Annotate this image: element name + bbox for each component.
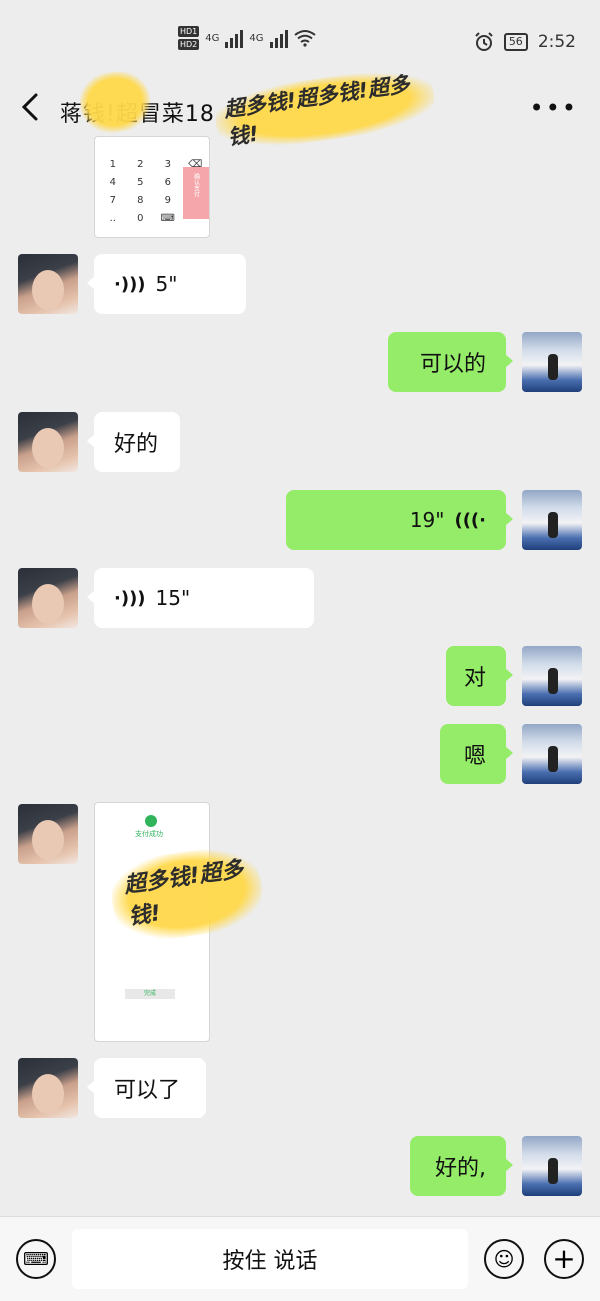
text-message[interactable]: 可以的 — [388, 332, 513, 392]
wifi-icon — [293, 30, 316, 47]
avatar[interactable] — [18, 1058, 78, 1118]
hold-to-talk-button[interactable]: 按住 说话 — [72, 1229, 468, 1289]
more-options-icon[interactable]: ••• — [530, 94, 578, 122]
keyboard-icon[interactable]: ⌨ — [16, 1239, 56, 1279]
network-label-2: 4G — [249, 32, 264, 44]
message-text: 好的 — [114, 432, 159, 457]
text-message[interactable]: 好的 — [87, 412, 180, 472]
message-text: 可以了 — [114, 1078, 181, 1103]
avatar[interactable] — [522, 646, 582, 706]
back-arrow-icon[interactable] — [18, 92, 46, 122]
avatar[interactable] — [18, 412, 78, 472]
keypad-key: 2 — [137, 159, 144, 170]
voice-message[interactable]: ·))) 5" — [87, 254, 246, 314]
plus-icon[interactable]: + — [544, 1239, 584, 1279]
keypad-key: .. — [109, 213, 116, 224]
clock: 2:52 — [537, 32, 576, 52]
done-button-thumb: 完成 — [125, 989, 175, 999]
keypad-key: 4 — [109, 177, 116, 188]
watermark-sticker-text: 超多钱!超多钱!超多钱! — [211, 62, 439, 156]
keypad-key: 3 — [164, 159, 171, 170]
voice-wave-icon: ·))) — [114, 587, 146, 609]
status-right: 56 2:52 — [474, 32, 576, 52]
image-message-keypad[interactable]: 1 2 3 ⌫ 4 5 6 7 8 9 .. 0 ⌨ 确认支付 — [94, 136, 210, 238]
battery-icon: 56 — [503, 33, 528, 51]
emoji-icon[interactable]: ☺ — [484, 1239, 524, 1279]
message-text: 嗯 — [463, 744, 486, 769]
success-check-icon — [145, 815, 157, 827]
keypad-key: 8 — [137, 195, 144, 206]
text-message[interactable]: 嗯 — [440, 724, 513, 784]
avatar[interactable] — [522, 724, 582, 784]
voice-message[interactable]: 19" (((· — [286, 490, 513, 550]
hd-indicators: HD1 HD2 — [178, 26, 200, 50]
chat-header: 蒋钱!超冒菜18 超多钱!超多钱!超多钱! ••• — [0, 62, 600, 156]
keypad-key: ⌨ — [160, 213, 175, 224]
signal-icon — [269, 28, 288, 48]
status-left: HD1 HD2 4G 4G — [178, 26, 316, 50]
text-message[interactable]: 对 — [446, 646, 513, 706]
hd2-badge: HD2 — [178, 39, 200, 50]
payment-success-label: 支付成功 — [135, 830, 163, 838]
keypad-key: 7 — [109, 195, 116, 206]
message-text: 可以的 — [419, 352, 486, 377]
pay-label: 确认支付 — [192, 173, 200, 197]
avatar[interactable] — [18, 804, 78, 864]
input-bar: ⌨ 按住 说话 ☺ + — [0, 1216, 600, 1301]
pay-button-thumb: 确认支付 — [183, 167, 209, 219]
message-text: 好的, — [435, 1156, 486, 1181]
signal-icon — [225, 28, 244, 48]
network-label-1: 4G — [205, 32, 220, 44]
hd1-badge: HD1 — [178, 26, 200, 37]
alarm-icon — [475, 32, 493, 51]
avatar[interactable] — [18, 568, 78, 628]
avatar[interactable] — [522, 1136, 582, 1196]
voice-message[interactable]: ·))) 15" — [87, 568, 314, 628]
keypad-key: 9 — [164, 195, 171, 206]
message-list[interactable]: 1 2 3 ⌫ 4 5 6 7 8 9 .. 0 ⌨ 确认支付 ·))) 5" … — [0, 136, 600, 1216]
voice-wave-icon: ·))) — [114, 273, 146, 295]
keypad-key: 5 — [137, 177, 144, 188]
text-message[interactable]: 好的, — [410, 1136, 513, 1196]
text-message[interactable]: 可以了 — [87, 1058, 206, 1118]
voice-duration: 5" — [155, 272, 178, 296]
avatar[interactable] — [522, 490, 582, 550]
avatar[interactable] — [522, 332, 582, 392]
voice-duration: 19" — [409, 508, 445, 532]
status-bar: HD1 HD2 4G 4G 56 2:52 — [0, 0, 600, 70]
avatar[interactable] — [18, 254, 78, 314]
keypad-key: 1 — [109, 159, 116, 170]
message-text: 对 — [463, 666, 486, 691]
keypad-key: 6 — [164, 177, 171, 188]
voice-duration: 15" — [155, 586, 191, 610]
keypad-key: 0 — [137, 213, 144, 224]
voice-wave-icon: (((· — [454, 509, 486, 531]
